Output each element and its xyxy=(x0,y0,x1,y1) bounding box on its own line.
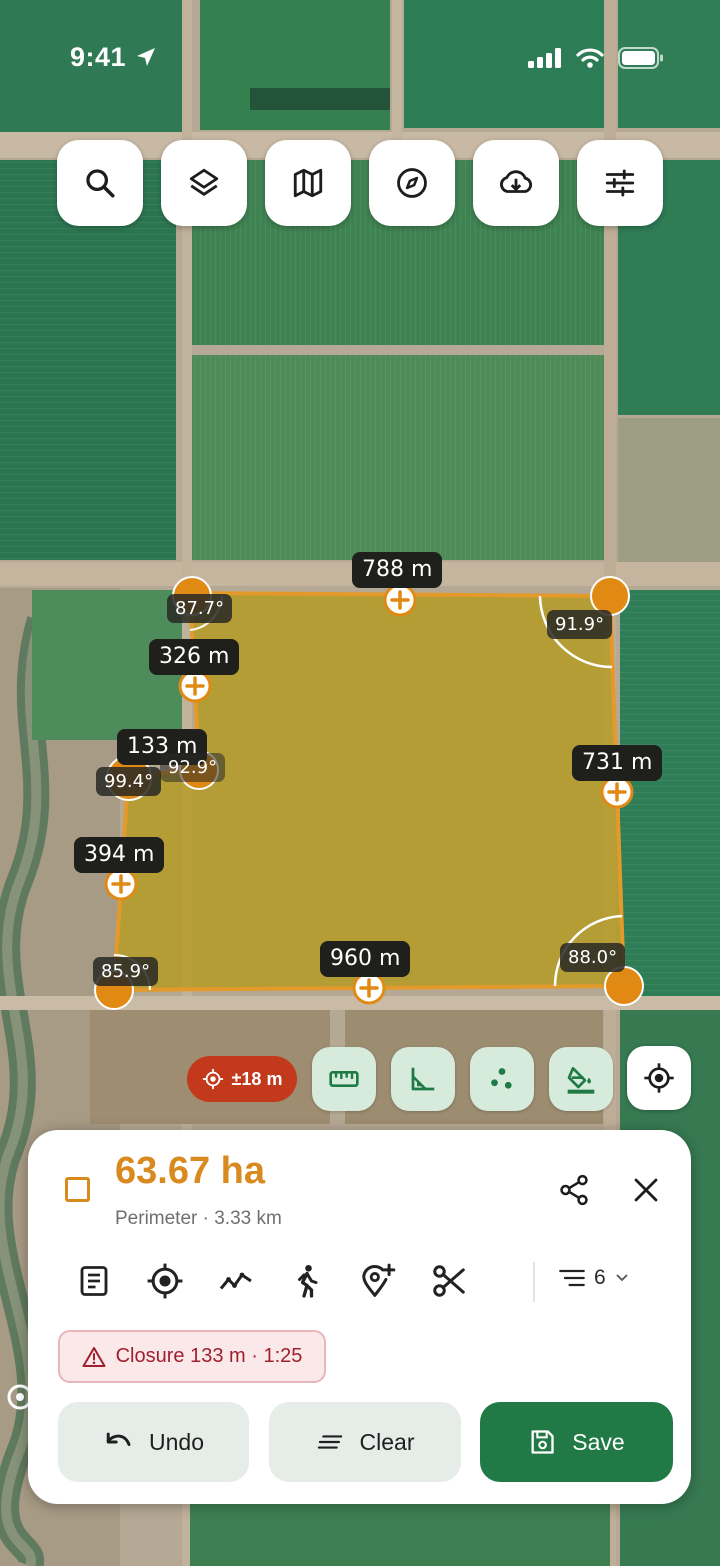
status-bar: 9:41 xyxy=(0,0,720,110)
locate-me-button[interactable] xyxy=(627,1046,691,1110)
compass-icon xyxy=(397,168,427,198)
cut-button[interactable] xyxy=(422,1254,476,1308)
angle-top-right: 91.9° xyxy=(547,610,613,639)
offline-download-button[interactable] xyxy=(473,140,559,226)
layer-count-value: 6 xyxy=(594,1266,606,1289)
points-tool-button[interactable] xyxy=(470,1047,534,1111)
fill-icon xyxy=(567,1067,595,1094)
perimeter-value: Perimeter · 3.33 km xyxy=(115,1208,282,1229)
search-icon xyxy=(86,169,115,198)
measurement-sheet: 63.67 ha Perimeter · 3.33 km 6 Closure 1… xyxy=(28,1130,691,1504)
closure-warning-badge[interactable]: Closure 133 m · 1:25 xyxy=(58,1330,326,1383)
close-button[interactable] xyxy=(626,1170,666,1210)
layers-icon xyxy=(189,168,219,196)
undo-label: Undo xyxy=(149,1428,204,1455)
sliders-icon xyxy=(605,169,635,197)
ruler-icon xyxy=(329,1071,359,1087)
map-icon xyxy=(293,168,323,198)
area-value: 63.67 ha xyxy=(115,1150,265,1192)
undo-icon xyxy=(106,1432,131,1446)
angle-bottom-left: 85.9° xyxy=(93,957,159,986)
wifi-icon xyxy=(576,48,604,68)
walk-icon xyxy=(298,1264,318,1298)
segment-length-lower-left: 394 m xyxy=(74,837,165,873)
actions-divider xyxy=(533,1262,535,1302)
search-button[interactable] xyxy=(57,140,143,226)
polygon-shape-icon xyxy=(65,1177,90,1202)
compass-button[interactable] xyxy=(369,140,455,226)
walk-mode-button[interactable] xyxy=(280,1254,334,1308)
sheet-actions-row: 6 xyxy=(68,1254,668,1308)
settings-button[interactable] xyxy=(577,140,663,226)
angle-bottom-right: 88.0° xyxy=(560,943,626,972)
scissors-icon xyxy=(433,1265,465,1297)
battery-icon xyxy=(618,47,663,69)
status-time: 9:41 xyxy=(70,42,127,72)
segment-length-upper-left: 326 m xyxy=(149,639,240,675)
angle-notch-inner: 92.9° xyxy=(160,753,226,782)
top-toolbar xyxy=(57,140,663,226)
clear-button[interactable]: Clear xyxy=(269,1402,461,1482)
angle-top-left: 87.7° xyxy=(167,594,233,623)
gps-target-icon xyxy=(202,1068,223,1090)
map-button[interactable] xyxy=(265,140,351,226)
profile-line-icon xyxy=(219,1272,252,1290)
save-button[interactable]: Save xyxy=(480,1402,673,1482)
elevation-profile-button[interactable] xyxy=(209,1254,263,1308)
points-icon xyxy=(491,1068,512,1089)
share-button[interactable] xyxy=(554,1170,594,1210)
list-lines-icon xyxy=(559,1269,585,1287)
segment-length-bottom: 960 m xyxy=(320,941,411,977)
gps-accuracy-value: ±18 m xyxy=(231,1068,283,1089)
layers-button[interactable] xyxy=(161,140,247,226)
warning-icon xyxy=(82,1346,106,1367)
save-icon xyxy=(531,1430,554,1454)
clear-lines-icon xyxy=(317,1435,342,1449)
undo-button[interactable]: Undo xyxy=(58,1402,249,1482)
clear-label: Clear xyxy=(359,1428,415,1455)
segment-length-top: 788 m xyxy=(352,552,443,588)
add-point-button[interactable] xyxy=(351,1254,405,1308)
fill-style-button[interactable] xyxy=(549,1047,613,1111)
share-icon xyxy=(560,1174,588,1206)
close-icon xyxy=(634,1178,658,1202)
add-pin-icon xyxy=(362,1263,396,1297)
target-icon xyxy=(147,1263,183,1299)
measure-distance-button[interactable] xyxy=(312,1047,376,1111)
angle-tool-button[interactable] xyxy=(391,1047,455,1111)
notes-icon xyxy=(80,1266,108,1296)
center-button[interactable] xyxy=(138,1254,192,1308)
locate-icon xyxy=(644,1063,674,1093)
gps-accuracy-badge[interactable]: ±18 m xyxy=(187,1056,297,1102)
segment-length-right: 731 m xyxy=(572,745,663,781)
layer-count-dropdown[interactable]: 6 xyxy=(558,1266,630,1290)
cellular-signal-icon xyxy=(528,48,561,68)
cloud-download-icon xyxy=(500,170,532,193)
save-label: Save xyxy=(572,1428,625,1455)
notes-button[interactable] xyxy=(67,1254,121,1308)
angle-icon xyxy=(411,1067,435,1091)
chevron-down-icon xyxy=(616,1274,628,1282)
location-arrow-icon xyxy=(137,48,155,66)
angle-notch-outer: 99.4° xyxy=(96,767,162,796)
closure-text: Closure 133 m · 1:25 xyxy=(115,1345,303,1367)
